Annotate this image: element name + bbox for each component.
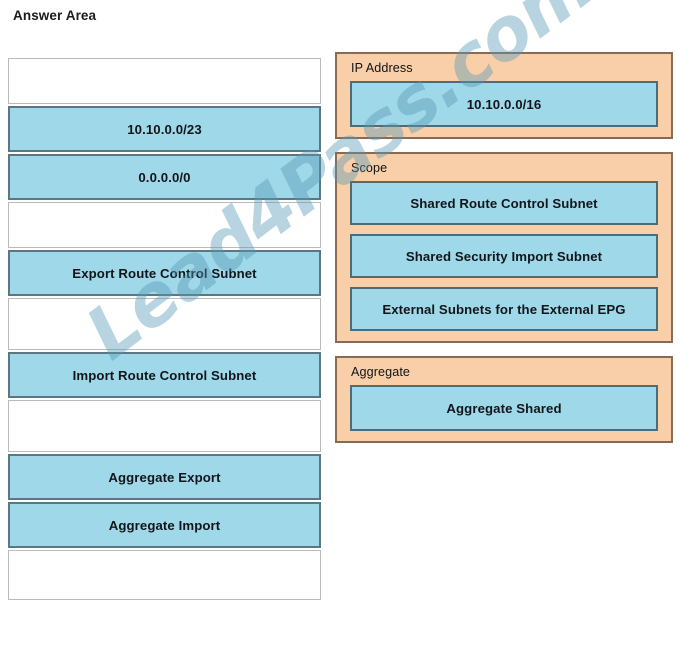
source-group-label: Scope bbox=[351, 161, 388, 175]
answer-drop-slot[interactable] bbox=[8, 400, 321, 452]
source-option-chip[interactable]: Shared Route Control Subnet bbox=[350, 181, 658, 225]
answer-drop-slot[interactable] bbox=[8, 58, 321, 104]
answer-chip[interactable]: Aggregate Export bbox=[8, 454, 321, 500]
answer-drop-slot[interactable] bbox=[8, 298, 321, 350]
source-group-ip: IP Address 10.10.0.0/16 bbox=[335, 52, 673, 139]
source-group-scope: Scope Shared Route Control Subnet Shared S… bbox=[335, 152, 673, 343]
answer-chip[interactable]: Import Route Control Subnet bbox=[8, 352, 321, 398]
source-group-aggregate: Aggregate Aggregate Shared bbox=[335, 356, 673, 443]
answer-chip[interactable]: Export Route Control Subnet bbox=[8, 250, 321, 296]
answer-drop-slot[interactable] bbox=[8, 202, 321, 248]
source-option-chip[interactable]: 10.10.0.0/16 bbox=[350, 81, 658, 127]
answer-area-page: Answer Area 10.10.0.0/23 0.0.0.0/0 Export … bbox=[0, 0, 694, 649]
answer-chip[interactable]: 0.0.0.0/0 bbox=[8, 154, 321, 200]
source-option-chip[interactable]: External Subnets for the External EPG bbox=[350, 287, 658, 331]
answer-chip[interactable]: 10.10.0.0/23 bbox=[8, 106, 321, 152]
source-option-chip[interactable]: Shared Security Import Subnet bbox=[350, 234, 658, 278]
source-group-label: Aggregate bbox=[351, 365, 411, 379]
answer-drop-slot[interactable] bbox=[8, 550, 321, 600]
answer-area-drop-column: 10.10.0.0/23 0.0.0.0/0 Export Route Contro… bbox=[8, 58, 321, 602]
source-options-column: IP Address 10.10.0.0/16 Scope Shared Route … bbox=[335, 52, 673, 456]
page-title: Answer Area bbox=[13, 8, 97, 23]
source-option-chip[interactable]: Aggregate Shared bbox=[350, 385, 658, 431]
source-group-label: IP Address bbox=[351, 61, 413, 75]
answer-chip[interactable]: Aggregate Import bbox=[8, 502, 321, 548]
